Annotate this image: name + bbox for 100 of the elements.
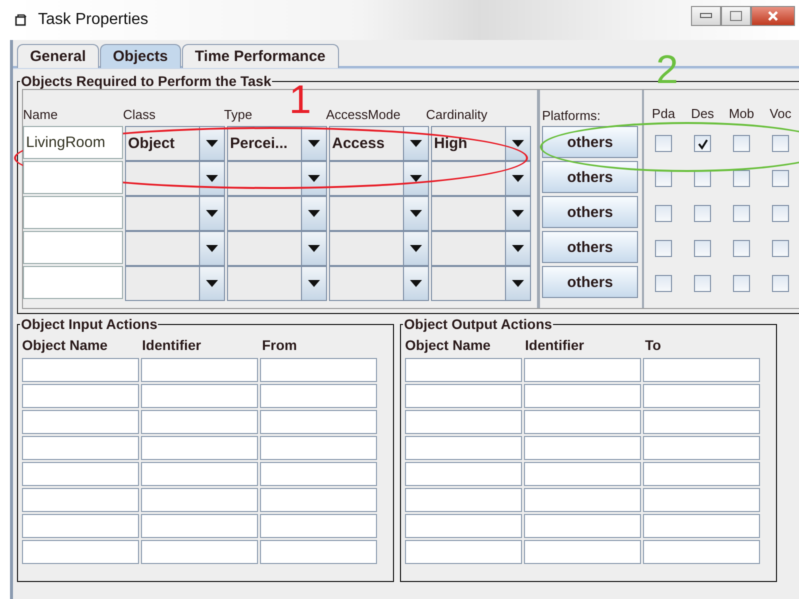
checkbox[interactable] <box>655 135 672 152</box>
dropdown[interactable] <box>125 161 225 196</box>
table-field[interactable] <box>405 488 522 512</box>
dropdown[interactable]: Access <box>329 126 429 161</box>
table-field[interactable] <box>643 488 760 512</box>
dropdown[interactable] <box>431 196 531 231</box>
tab[interactable]: General <box>17 44 99 68</box>
checkbox[interactable] <box>772 240 789 257</box>
checkbox[interactable] <box>694 135 711 152</box>
table-field[interactable] <box>524 358 641 382</box>
table-field[interactable] <box>22 358 139 382</box>
name-field[interactable] <box>23 196 123 229</box>
others-button[interactable]: others <box>542 161 638 193</box>
table-field[interactable] <box>260 358 377 382</box>
table-field[interactable] <box>22 410 139 434</box>
checkbox[interactable] <box>733 205 750 222</box>
checkbox[interactable] <box>733 170 750 187</box>
table-field[interactable] <box>643 358 760 382</box>
table-field[interactable] <box>141 410 258 434</box>
others-button[interactable]: others <box>542 126 638 158</box>
checkbox[interactable] <box>772 135 789 152</box>
dropdown[interactable] <box>431 266 531 301</box>
table-field[interactable] <box>22 514 139 538</box>
dropdown[interactable] <box>329 161 429 196</box>
tab[interactable]: Time Performance <box>182 44 339 68</box>
checkbox[interactable] <box>694 275 711 292</box>
table-field[interactable] <box>643 436 760 460</box>
name-field[interactable] <box>23 231 123 264</box>
dropdown[interactable] <box>329 231 429 266</box>
table-field[interactable] <box>524 410 641 434</box>
checkbox[interactable] <box>733 240 750 257</box>
table-field[interactable] <box>141 488 258 512</box>
table-field[interactable] <box>260 436 377 460</box>
table-field[interactable] <box>643 462 760 486</box>
table-field[interactable] <box>524 384 641 408</box>
table-field[interactable] <box>260 488 377 512</box>
table-field[interactable] <box>22 488 139 512</box>
table-field[interactable] <box>524 462 641 486</box>
dropdown[interactable] <box>329 196 429 231</box>
table-field[interactable] <box>22 384 139 408</box>
table-field[interactable] <box>141 540 258 564</box>
dropdown[interactable] <box>329 266 429 301</box>
minimize-button[interactable] <box>691 6 721 26</box>
checkbox[interactable] <box>772 275 789 292</box>
others-button[interactable]: others <box>542 196 638 228</box>
table-field[interactable] <box>643 410 760 434</box>
checkbox[interactable] <box>694 205 711 222</box>
checkbox[interactable] <box>655 240 672 257</box>
table-field[interactable] <box>22 436 139 460</box>
checkbox[interactable] <box>655 275 672 292</box>
dropdown[interactable]: High <box>431 126 531 161</box>
checkbox[interactable] <box>772 170 789 187</box>
table-field[interactable] <box>260 514 377 538</box>
dropdown[interactable] <box>431 231 531 266</box>
dropdown[interactable] <box>227 196 327 231</box>
close-button[interactable] <box>751 6 795 26</box>
table-field[interactable] <box>405 540 522 564</box>
table-field[interactable] <box>141 462 258 486</box>
others-button[interactable]: others <box>542 231 638 263</box>
table-field[interactable] <box>405 436 522 460</box>
checkbox[interactable] <box>655 170 672 187</box>
table-field[interactable] <box>260 410 377 434</box>
dropdown[interactable] <box>227 266 327 301</box>
name-field[interactable] <box>23 161 123 194</box>
tab[interactable]: Objects <box>100 44 181 68</box>
table-field[interactable] <box>141 384 258 408</box>
checkbox[interactable] <box>733 275 750 292</box>
table-field[interactable] <box>524 436 641 460</box>
dropdown[interactable] <box>125 266 225 301</box>
others-button[interactable]: others <box>542 266 638 298</box>
checkbox[interactable] <box>733 135 750 152</box>
table-field[interactable] <box>141 358 258 382</box>
table-field[interactable] <box>524 540 641 564</box>
table-field[interactable] <box>643 514 760 538</box>
dropdown[interactable] <box>227 161 327 196</box>
dropdown[interactable] <box>125 196 225 231</box>
table-field[interactable] <box>260 462 377 486</box>
checkbox[interactable] <box>772 205 789 222</box>
table-field[interactable] <box>141 436 258 460</box>
table-field[interactable] <box>524 488 641 512</box>
table-field[interactable] <box>260 384 377 408</box>
dropdown[interactable]: Object <box>125 126 225 161</box>
name-field[interactable]: LivingRoom <box>23 126 123 159</box>
table-field[interactable] <box>260 540 377 564</box>
table-field[interactable] <box>643 540 760 564</box>
dropdown[interactable] <box>431 161 531 196</box>
table-field[interactable] <box>22 540 139 564</box>
dropdown[interactable] <box>125 231 225 266</box>
table-field[interactable] <box>405 358 522 382</box>
table-field[interactable] <box>22 462 139 486</box>
table-field[interactable] <box>643 384 760 408</box>
table-field[interactable] <box>405 514 522 538</box>
checkbox[interactable] <box>694 240 711 257</box>
table-field[interactable] <box>524 514 641 538</box>
table-field[interactable] <box>405 462 522 486</box>
maximize-button[interactable] <box>721 6 751 26</box>
dropdown[interactable] <box>227 231 327 266</box>
checkbox[interactable] <box>655 205 672 222</box>
table-field[interactable] <box>405 384 522 408</box>
name-field[interactable] <box>23 266 123 299</box>
